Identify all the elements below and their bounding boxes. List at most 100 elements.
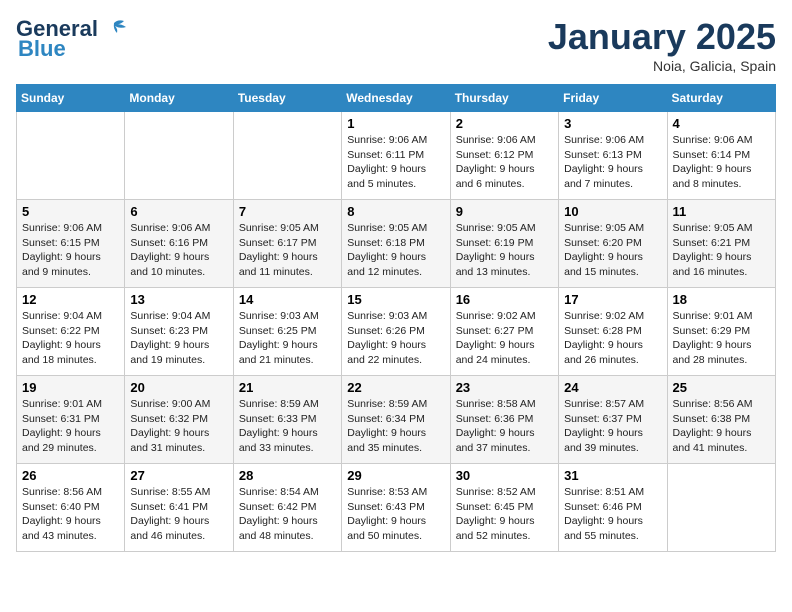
day-number: 26 bbox=[22, 468, 119, 483]
calendar-cell: 5Sunrise: 9:06 AM Sunset: 6:15 PM Daylig… bbox=[17, 200, 125, 288]
day-number: 5 bbox=[22, 204, 119, 219]
day-info: Sunrise: 9:06 AM Sunset: 6:13 PM Dayligh… bbox=[564, 133, 661, 192]
day-number: 23 bbox=[456, 380, 553, 395]
day-number: 16 bbox=[456, 292, 553, 307]
calendar-week-row: 5Sunrise: 9:06 AM Sunset: 6:15 PM Daylig… bbox=[17, 200, 776, 288]
calendar-cell: 26 Sunrise: 8:56 AM Sunset: 6:40 PM Dayli… bbox=[17, 464, 125, 552]
calendar-cell: 27 Sunrise: 8:55 AM Sunset: 6:41 PM Dayli… bbox=[125, 464, 233, 552]
day-info: Sunrise: 9:04 AM Sunset: 6:23 PM Dayligh… bbox=[130, 309, 227, 368]
calendar-cell: 17 Sunrise: 9:02 AM Sunset: 6:28 PM Dayli… bbox=[559, 288, 667, 376]
day-number: 8 bbox=[347, 204, 444, 219]
calendar-cell: 29 Sunrise: 8:53 AM Sunset: 6:43 PM Dayli… bbox=[342, 464, 450, 552]
day-info: Sunrise: 9:06 AM Sunset: 6:12 PM Dayligh… bbox=[456, 133, 553, 192]
day-info: Sunrise: 9:05 AM Sunset: 6:21 PM Dayligh… bbox=[673, 221, 770, 280]
calendar-cell: 13 Sunrise: 9:04 AM Sunset: 6:23 PM Dayli… bbox=[125, 288, 233, 376]
day-info: Sunrise: 9:06 AM Sunset: 6:16 PM Dayligh… bbox=[130, 221, 227, 280]
day-number: 11 bbox=[673, 204, 770, 219]
calendar-cell: 3Sunrise: 9:06 AM Sunset: 6:13 PM Daylig… bbox=[559, 112, 667, 200]
weekday-header: Wednesday bbox=[342, 85, 450, 112]
day-number: 7 bbox=[239, 204, 336, 219]
day-info: Sunrise: 8:56 AM Sunset: 6:40 PM Dayligh… bbox=[22, 485, 119, 544]
day-info: Sunrise: 8:59 AM Sunset: 6:34 PM Dayligh… bbox=[347, 397, 444, 456]
logo-blue: Blue bbox=[18, 36, 66, 62]
day-info: Sunrise: 9:05 AM Sunset: 6:18 PM Dayligh… bbox=[347, 221, 444, 280]
day-info: Sunrise: 9:01 AM Sunset: 6:31 PM Dayligh… bbox=[22, 397, 119, 456]
day-info: Sunrise: 9:06 AM Sunset: 6:11 PM Dayligh… bbox=[347, 133, 444, 192]
day-info: Sunrise: 8:59 AM Sunset: 6:33 PM Dayligh… bbox=[239, 397, 336, 456]
day-number: 4 bbox=[673, 116, 770, 131]
calendar-cell: 20Sunrise: 9:00 AM Sunset: 6:32 PM Dayli… bbox=[125, 376, 233, 464]
calendar-cell: 16 Sunrise: 9:02 AM Sunset: 6:27 PM Dayli… bbox=[450, 288, 558, 376]
day-number: 12 bbox=[22, 292, 119, 307]
day-number: 9 bbox=[456, 204, 553, 219]
day-info: Sunrise: 8:55 AM Sunset: 6:41 PM Dayligh… bbox=[130, 485, 227, 544]
day-info: Sunrise: 9:01 AM Sunset: 6:29 PM Dayligh… bbox=[673, 309, 770, 368]
calendar-cell: 24Sunrise: 8:57 AM Sunset: 6:37 PM Dayli… bbox=[559, 376, 667, 464]
day-number: 13 bbox=[130, 292, 227, 307]
calendar-cell: 15 Sunrise: 9:03 AM Sunset: 6:26 PM Dayli… bbox=[342, 288, 450, 376]
day-info: Sunrise: 8:56 AM Sunset: 6:38 PM Dayligh… bbox=[673, 397, 770, 456]
calendar-cell bbox=[233, 112, 341, 200]
day-info: Sunrise: 9:03 AM Sunset: 6:26 PM Dayligh… bbox=[347, 309, 444, 368]
calendar-cell: 19 Sunrise: 9:01 AM Sunset: 6:31 PM Dayli… bbox=[17, 376, 125, 464]
day-info: Sunrise: 9:04 AM Sunset: 6:22 PM Dayligh… bbox=[22, 309, 119, 368]
day-number: 22 bbox=[347, 380, 444, 395]
calendar-cell bbox=[17, 112, 125, 200]
logo: General Blue bbox=[16, 16, 128, 62]
calendar-cell: 6 Sunrise: 9:06 AM Sunset: 6:16 PM Daylig… bbox=[125, 200, 233, 288]
day-number: 27 bbox=[130, 468, 227, 483]
calendar-cell: 2Sunrise: 9:06 AM Sunset: 6:12 PM Daylig… bbox=[450, 112, 558, 200]
calendar-week-row: 1Sunrise: 9:06 AM Sunset: 6:11 PM Daylig… bbox=[17, 112, 776, 200]
day-number: 29 bbox=[347, 468, 444, 483]
day-info: Sunrise: 9:02 AM Sunset: 6:27 PM Dayligh… bbox=[456, 309, 553, 368]
day-info: Sunrise: 9:05 AM Sunset: 6:19 PM Dayligh… bbox=[456, 221, 553, 280]
day-number: 15 bbox=[347, 292, 444, 307]
calendar-cell: 7Sunrise: 9:05 AM Sunset: 6:17 PM Daylig… bbox=[233, 200, 341, 288]
day-info: Sunrise: 8:58 AM Sunset: 6:36 PM Dayligh… bbox=[456, 397, 553, 456]
day-info: Sunrise: 8:52 AM Sunset: 6:45 PM Dayligh… bbox=[456, 485, 553, 544]
day-number: 28 bbox=[239, 468, 336, 483]
day-info: Sunrise: 9:06 AM Sunset: 6:14 PM Dayligh… bbox=[673, 133, 770, 192]
weekday-header: Tuesday bbox=[233, 85, 341, 112]
day-info: Sunrise: 9:03 AM Sunset: 6:25 PM Dayligh… bbox=[239, 309, 336, 368]
calendar-cell: 18 Sunrise: 9:01 AM Sunset: 6:29 PM Dayli… bbox=[667, 288, 775, 376]
calendar-cell: 28 Sunrise: 8:54 AM Sunset: 6:42 PM Dayli… bbox=[233, 464, 341, 552]
day-number: 10 bbox=[564, 204, 661, 219]
calendar-cell: 23 Sunrise: 8:58 AM Sunset: 6:36 PM Dayli… bbox=[450, 376, 558, 464]
calendar-cell: 10 Sunrise: 9:05 AM Sunset: 6:20 PM Dayli… bbox=[559, 200, 667, 288]
page-header: General Blue January 2025 Noia, Galicia,… bbox=[16, 16, 776, 74]
day-number: 25 bbox=[673, 380, 770, 395]
calendar-cell: 12 Sunrise: 9:04 AM Sunset: 6:22 PM Dayli… bbox=[17, 288, 125, 376]
calendar-week-row: 26 Sunrise: 8:56 AM Sunset: 6:40 PM Dayli… bbox=[17, 464, 776, 552]
month-title: January 2025 bbox=[548, 16, 776, 58]
calendar-cell: 25 Sunrise: 8:56 AM Sunset: 6:38 PM Dayli… bbox=[667, 376, 775, 464]
weekday-header: Friday bbox=[559, 85, 667, 112]
calendar-header-row: SundayMondayTuesdayWednesdayThursdayFrid… bbox=[17, 85, 776, 112]
calendar-cell bbox=[667, 464, 775, 552]
day-number: 17 bbox=[564, 292, 661, 307]
title-block: January 2025 Noia, Galicia, Spain bbox=[548, 16, 776, 74]
day-info: Sunrise: 8:54 AM Sunset: 6:42 PM Dayligh… bbox=[239, 485, 336, 544]
weekday-header: Thursday bbox=[450, 85, 558, 112]
calendar-cell: 8 Sunrise: 9:05 AM Sunset: 6:18 PM Daylig… bbox=[342, 200, 450, 288]
calendar-cell: 4 Sunrise: 9:06 AM Sunset: 6:14 PM Daylig… bbox=[667, 112, 775, 200]
day-info: Sunrise: 9:00 AM Sunset: 6:32 PM Dayligh… bbox=[130, 397, 227, 456]
calendar-cell: 9 Sunrise: 9:05 AM Sunset: 6:19 PM Daylig… bbox=[450, 200, 558, 288]
day-info: Sunrise: 8:53 AM Sunset: 6:43 PM Dayligh… bbox=[347, 485, 444, 544]
weekday-header: Saturday bbox=[667, 85, 775, 112]
day-info: Sunrise: 8:57 AM Sunset: 6:37 PM Dayligh… bbox=[564, 397, 661, 456]
calendar-week-row: 19 Sunrise: 9:01 AM Sunset: 6:31 PM Dayli… bbox=[17, 376, 776, 464]
location: Noia, Galicia, Spain bbox=[548, 58, 776, 74]
day-info: Sunrise: 9:02 AM Sunset: 6:28 PM Dayligh… bbox=[564, 309, 661, 368]
day-number: 14 bbox=[239, 292, 336, 307]
day-info: Sunrise: 9:05 AM Sunset: 6:20 PM Dayligh… bbox=[564, 221, 661, 280]
day-number: 6 bbox=[130, 204, 227, 219]
weekday-header: Sunday bbox=[17, 85, 125, 112]
calendar-week-row: 12 Sunrise: 9:04 AM Sunset: 6:22 PM Dayli… bbox=[17, 288, 776, 376]
day-number: 21 bbox=[239, 380, 336, 395]
calendar-cell: 11 Sunrise: 9:05 AM Sunset: 6:21 PM Dayli… bbox=[667, 200, 775, 288]
day-number: 19 bbox=[22, 380, 119, 395]
calendar-cell bbox=[125, 112, 233, 200]
calendar-table: SundayMondayTuesdayWednesdayThursdayFrid… bbox=[16, 84, 776, 552]
day-number: 18 bbox=[673, 292, 770, 307]
